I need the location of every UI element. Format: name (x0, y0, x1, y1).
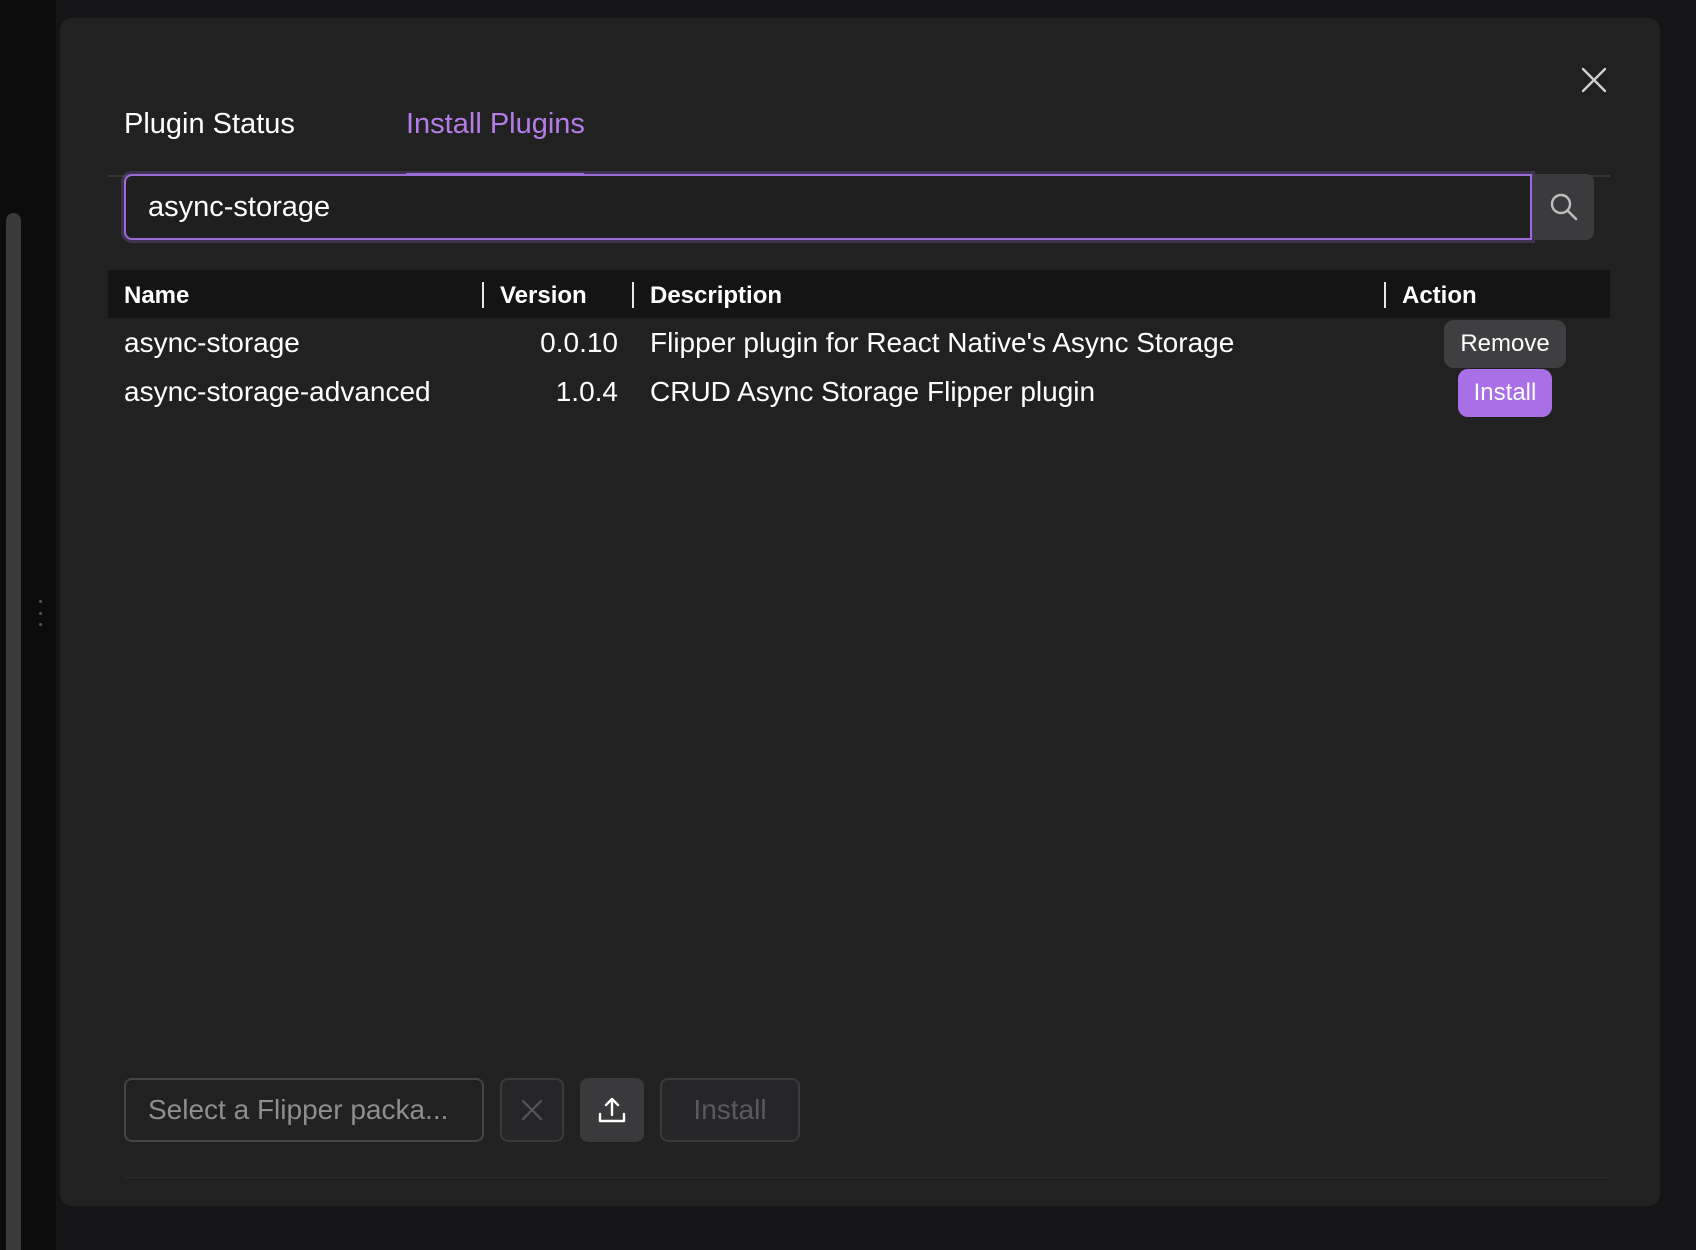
plugin-manager-dialog: Plugin Status Install Plugins Name Versi… (60, 18, 1660, 1206)
plugin-table: Name Version Description Action async-st… (108, 270, 1610, 417)
column-divider[interactable] (482, 282, 484, 308)
header-description[interactable]: Description (650, 282, 782, 310)
tab-plugin-status[interactable]: Plugin Status (124, 108, 295, 141)
table-row[interactable]: async-storage-advanced 1.0.4 CRUD Async … (108, 367, 1610, 417)
action-cell: Remove (1444, 320, 1566, 368)
tab-bar: Plugin Status Install Plugins (108, 78, 1610, 177)
search-button[interactable] (1534, 174, 1594, 240)
clear-file-button[interactable] (500, 1078, 564, 1142)
plugin-version: 1.0.4 (555, 376, 618, 407)
clear-icon (521, 1099, 543, 1121)
tab-install-plugins[interactable]: Install Plugins (406, 108, 585, 141)
package-file-select[interactable]: Select a Flipper packa... (124, 1078, 484, 1142)
table-header: Name Version Description Action (108, 270, 1610, 318)
header-name[interactable]: Name (124, 282, 189, 310)
plugin-description: CRUD Async Storage Flipper plugin (650, 376, 1096, 407)
plugin-name: async-storage-advanced (124, 376, 431, 407)
install-button[interactable]: Install (1457, 369, 1553, 417)
column-divider[interactable] (632, 282, 634, 308)
plugin-description: Flipper plugin for React Native's Async … (650, 327, 1235, 358)
upload-file-button[interactable] (580, 1078, 644, 1142)
side-scrollbar[interactable] (6, 213, 21, 1250)
header-version[interactable]: Version (500, 282, 587, 310)
install-package-button[interactable]: Install (660, 1078, 800, 1142)
upload-icon (598, 1097, 626, 1123)
table-row[interactable]: async-storage 0.0.10 Flipper plugin for … (108, 318, 1610, 368)
local-package-footer: Select a Flipper packa... Install (124, 1078, 1610, 1178)
remove-button[interactable]: Remove (1444, 320, 1566, 368)
header-action[interactable]: Action (1402, 282, 1477, 310)
plugin-name: async-storage (124, 327, 300, 358)
resize-handle-icon[interactable] (38, 600, 42, 626)
search-bar (124, 174, 1594, 240)
column-divider[interactable] (1384, 282, 1386, 308)
search-icon (1550, 193, 1578, 221)
action-cell: Install (1444, 369, 1566, 417)
plugin-version: 0.0.10 (540, 327, 618, 358)
search-input[interactable] (124, 174, 1532, 240)
